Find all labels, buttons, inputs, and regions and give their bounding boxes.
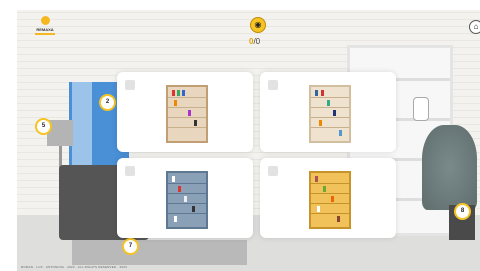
footer-credits: ROMAN · LUX · ANTONOVA · 2023 · ALL RIGH… xyxy=(21,265,128,269)
bookcase-grey-blue-image xyxy=(166,171,208,229)
option-card-bookcase-1[interactable] xyxy=(117,72,253,152)
option-card-bookcase-3[interactable] xyxy=(117,158,253,238)
option-card-bookcase-4[interactable] xyxy=(260,158,396,238)
dog-figurine xyxy=(413,97,429,121)
option-checkbox[interactable] xyxy=(125,80,135,90)
logo-text: REMAXA xyxy=(36,27,54,32)
owl-icon: ◉ xyxy=(250,17,266,33)
hotspot-pin-5[interactable]: 5 xyxy=(35,118,52,135)
total-count: /0 xyxy=(253,37,261,46)
hotspot-pin-2[interactable]: 2 xyxy=(99,94,116,111)
logo-underline xyxy=(35,33,55,35)
rug xyxy=(72,240,247,265)
bookcase-yellow-orange-image xyxy=(309,171,351,229)
hotspot-pin-7[interactable]: 7 xyxy=(122,238,139,255)
plant-leaves xyxy=(422,125,477,210)
found-counter: 0/0 xyxy=(249,37,260,46)
bookcase-cream-blue-image xyxy=(309,85,351,143)
option-card-bookcase-2[interactable] xyxy=(260,72,396,152)
option-checkbox[interactable] xyxy=(125,166,135,176)
option-checkbox[interactable] xyxy=(268,166,278,176)
logo-mark xyxy=(40,16,50,25)
home-icon[interactable]: ⌂ xyxy=(469,20,480,34)
top-bar: REMAXA ◉ 0/0 ⌂ xyxy=(17,10,480,60)
option-checkbox[interactable] xyxy=(268,80,278,90)
bookcase-wood-colorful-image xyxy=(166,85,208,143)
brand-logo[interactable]: REMAXA xyxy=(25,16,65,35)
hotspot-pin-8[interactable]: 8 xyxy=(454,203,471,220)
